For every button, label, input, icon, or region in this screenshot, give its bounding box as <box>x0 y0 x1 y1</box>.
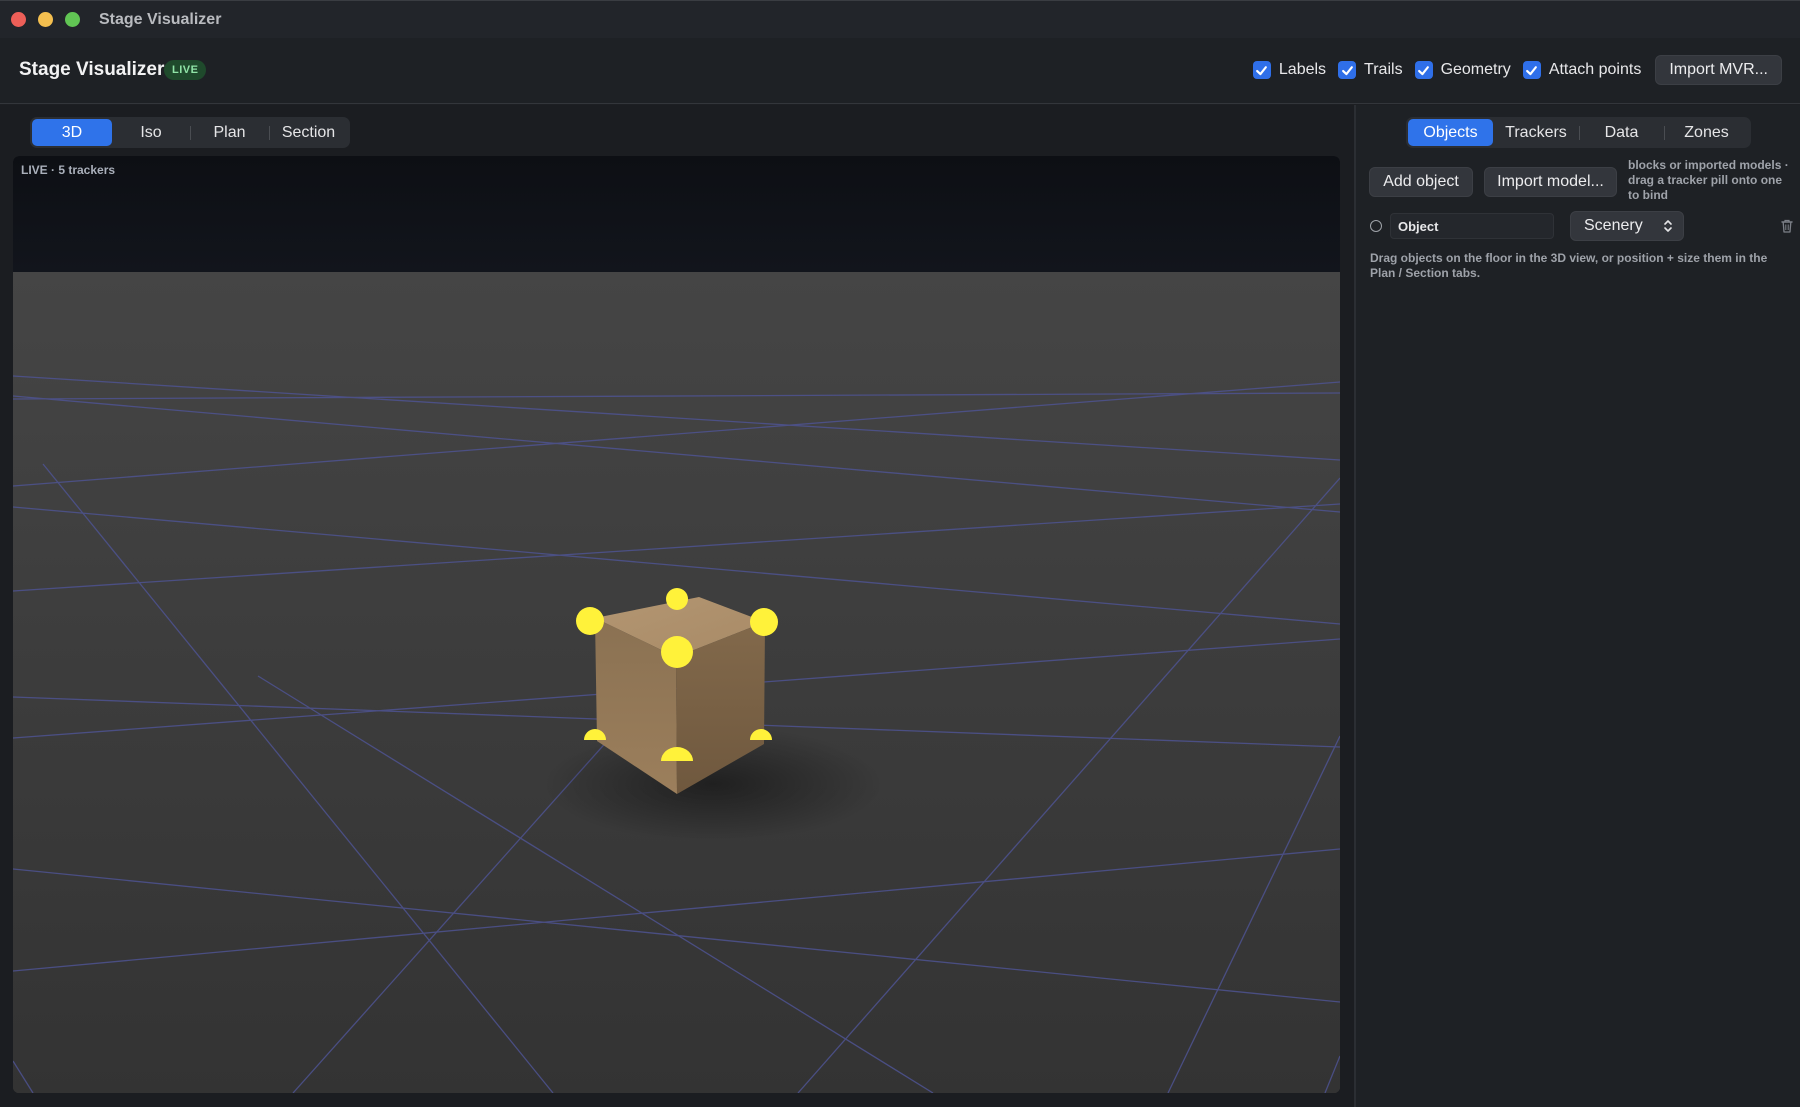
tab-iso[interactable]: Iso <box>112 119 190 146</box>
object-select-radio[interactable] <box>1370 220 1382 232</box>
attach-point[interactable] <box>661 636 693 668</box>
attach-point[interactable] <box>750 608 778 636</box>
tab-3d[interactable]: 3D <box>32 119 112 146</box>
import-model-button[interactable]: Import model... <box>1484 167 1617 197</box>
attach-point[interactable] <box>576 607 604 635</box>
3d-scene[interactable] <box>13 156 1340 1093</box>
window-title: Stage Visualizer <box>99 11 222 28</box>
object-type-select[interactable]: Scenery <box>1570 211 1684 241</box>
app-title: Stage Visualizer <box>19 59 165 80</box>
object-name-input[interactable] <box>1390 213 1554 239</box>
toggle-label: Attach points <box>1548 61 1642 78</box>
objects-help-text: Drag objects on the floor in the 3D view… <box>1370 251 1768 280</box>
objects-hint: blocks or imported models · drag a track… <box>1628 158 1789 202</box>
toggle-geometry[interactable]: Geometry <box>1414 61 1511 79</box>
3d-viewport[interactable]: LIVE · 5 trackers <box>13 156 1340 1093</box>
chevron-up-down-icon <box>1664 220 1672 232</box>
checkbox-checked-icon[interactable] <box>1338 61 1357 79</box>
add-object-button[interactable]: Add object <box>1369 167 1473 197</box>
checkbox-checked-icon[interactable] <box>1414 61 1433 79</box>
live-badge: LIVE <box>164 60 207 80</box>
toggle-label: Labels <box>1278 61 1327 78</box>
minimize-window-button[interactable] <box>38 12 53 27</box>
toggle-label: Trails <box>1364 61 1403 78</box>
view-mode-tabs: 3D Iso Plan Section <box>30 117 350 148</box>
checkbox-checked-icon[interactable] <box>1252 61 1271 79</box>
viewport-status: LIVE · 5 trackers <box>21 163 116 177</box>
object-type-value: Scenery <box>1584 217 1643 234</box>
tab-data[interactable]: Data <box>1579 119 1664 146</box>
tab-trackers[interactable]: Trackers <box>1493 119 1579 146</box>
panel-tabs: Objects Trackers Data Zones <box>1406 117 1751 148</box>
checkbox-checked-icon[interactable] <box>1522 61 1541 79</box>
tab-section[interactable]: Section <box>269 119 348 146</box>
window-titlebar: Stage Visualizer <box>0 0 1800 38</box>
toggle-trails[interactable]: Trails <box>1338 61 1403 79</box>
attach-point[interactable] <box>666 588 688 610</box>
display-toggles: Labels Trails Geometry Attach points Imp… <box>1252 55 1782 85</box>
close-window-button[interactable] <box>11 12 26 27</box>
tab-zones[interactable]: Zones <box>1664 119 1749 146</box>
sky <box>13 156 1340 272</box>
zoom-window-button[interactable] <box>65 12 80 27</box>
toggle-label: Geometry <box>1440 61 1511 78</box>
app-header: Stage Visualizer LIVE Labels Trails Geom… <box>0 38 1800 104</box>
viewport-pane: 3D Iso Plan Section LIVE · 5 trackers <box>0 105 1354 1107</box>
inspector-panel: Objects Trackers Data Zones Add object I… <box>1356 105 1800 1107</box>
tab-plan[interactable]: Plan <box>190 119 269 146</box>
tab-objects[interactable]: Objects <box>1408 119 1493 146</box>
toggle-labels[interactable]: Labels <box>1252 61 1327 79</box>
trash-icon[interactable] <box>1780 218 1794 234</box>
object-row: Scenery <box>1370 211 1793 241</box>
toggle-attach-points[interactable]: Attach points <box>1522 61 1642 79</box>
import-mvr-button[interactable]: Import MVR... <box>1655 55 1782 85</box>
